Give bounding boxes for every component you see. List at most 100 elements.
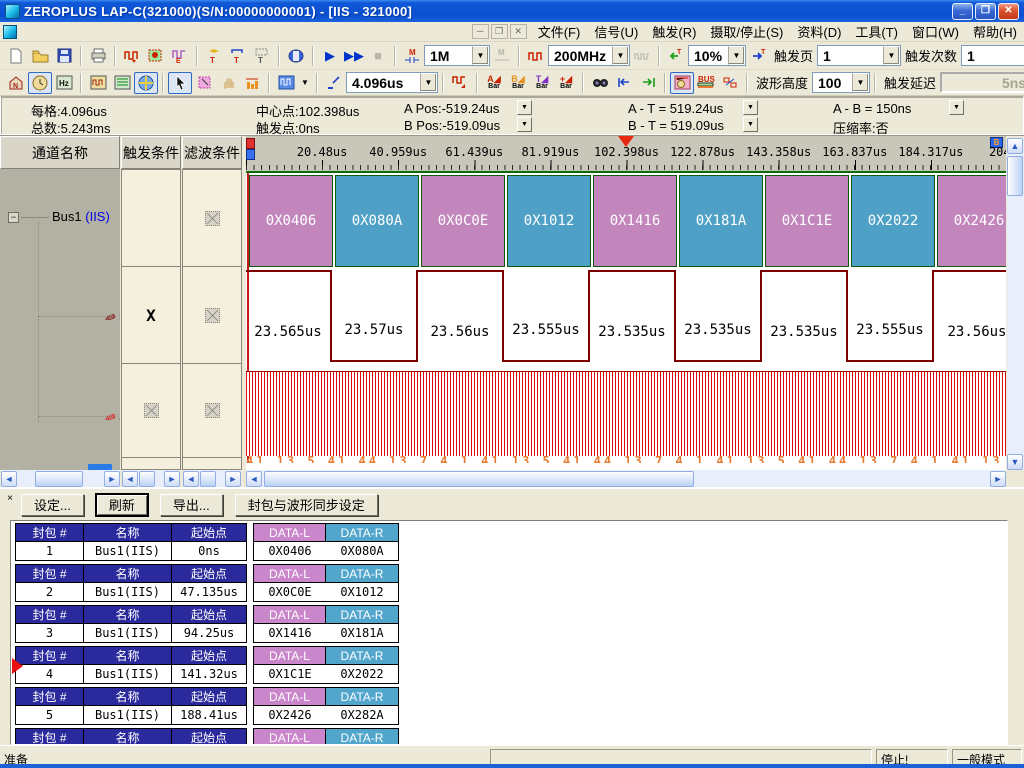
menu-item[interactable]: 触发(R) [645,20,703,43]
waveform-canvas[interactable]: 0X04060X080A0X0C0E0X10120X14160X181A0X1C… [246,173,1006,463]
lrck-pulse-segment[interactable]: 23.57us [332,270,418,362]
zoom-scale-select[interactable]: 4.096us▼ [346,72,438,93]
sample-rate-select[interactable]: 200MHz▼ [548,45,630,66]
menu-item[interactable]: 摄取/停止(S) [703,20,790,43]
lrck-pulse-segment[interactable]: 23.535us [762,270,848,362]
waveform-mode-icon[interactable] [86,72,110,94]
minimize-button[interactable]: _ [952,3,973,20]
a-bar-icon[interactable]: A◢Bar [482,72,506,94]
wave-height-select[interactable]: 100▼ [812,72,870,93]
menu-item[interactable]: 帮助(H) [966,20,1024,43]
a-b-dropdown-icon[interactable]: ▼ [949,100,964,115]
bus-value-segment[interactable]: 0X1C1E [765,175,849,267]
menu-item[interactable]: 信号(U) [587,20,645,43]
navigator-icon[interactable] [134,72,158,94]
goto-trigger-icon[interactable]: T [746,45,770,67]
bus-property-icon[interactable] [284,45,308,67]
repeat-run-icon[interactable]: ▶▶ [342,45,366,67]
packet-group[interactable]: 封包 # 名称 起始点 1 Bus1(IIS) 0ns DATA-L DATA-… [15,523,1007,561]
a-pos-dropdown-icon[interactable]: ▼ [517,100,532,115]
packet-panel-button[interactable]: 封包与波形同步设定 [235,494,378,516]
print-icon[interactable] [86,45,110,67]
scroll-left-icon[interactable]: ◄ [122,471,138,487]
scroll-up-icon[interactable]: ▲ [1007,138,1023,154]
time-ruler[interactable]: B 20.48us40.959us61.439us81.919us102.398… [246,136,1006,173]
filter-col-hscrollbar[interactable]: ◄ ► [183,470,241,488]
packet-group[interactable]: 封包 # 名称 起始点 6 Bus1(IIS) 235.53us DATA-L … [15,728,1007,745]
packet-group[interactable]: 封包 # 名称 起始点 2 Bus1(IIS) 47.135us DATA-L … [15,564,1007,602]
prev-transition-icon[interactable] [612,72,636,94]
memory-depth-select[interactable]: 1M▼ [424,45,490,66]
chevron-down-icon[interactable]: ▼ [612,46,629,65]
pulse-width-icon[interactable]: E [168,45,192,67]
menu-item[interactable]: 文件(F) [531,20,588,43]
channel-bus1[interactable]: −Bus1 (IIS) [8,209,110,224]
menu-item[interactable]: 窗口(W) [905,20,966,43]
lrck-filter-cell[interactable] [183,267,241,364]
channel-name-hscrollbar[interactable]: ◄ ► [1,470,120,488]
hand-icon[interactable] [216,72,240,94]
save-icon[interactable] [52,45,76,67]
lrck-pulse-segment[interactable]: 23.535us [676,270,762,362]
panel-close-icon[interactable]: × [3,493,17,507]
lrck-trigger-cell[interactable]: X [122,267,180,364]
trigger-position-icon[interactable]: T [664,45,688,67]
next-transition-icon[interactable] [636,72,660,94]
scroll-left-icon[interactable]: ◄ [1,471,17,487]
trigger-delay-icon[interactable]: T [250,45,274,67]
noise-filter-icon[interactable] [120,45,144,67]
t-bar-marker-icon[interactable] [246,138,255,149]
mdi-restore-button[interactable]: ❐ [491,24,508,39]
chevron-down-icon[interactable]: ▼ [883,46,900,65]
data-contrast-icon[interactable] [144,45,168,67]
zoom-cursor-icon[interactable] [322,72,346,94]
lrck-pulse-segment[interactable]: 23.555us [848,270,934,362]
trigger-mark-icon[interactable]: T [226,45,250,67]
b-t-dropdown-icon[interactable]: ▼ [743,117,758,132]
close-button[interactable]: ✕ [998,3,1019,20]
b-pos-dropdown-icon[interactable]: ▼ [517,117,532,132]
sclk-trigger-cell[interactable] [122,364,180,458]
zoom-mode-dropdown-icon[interactable]: ▼ [298,72,312,94]
add-bar-icon[interactable]: +◢Bar [554,72,578,94]
trigger-count-select[interactable]: 1▼ [961,45,1024,66]
sclk-filter-cell[interactable] [183,364,241,458]
bus-value-segment[interactable]: 0X1012 [507,175,591,267]
open-file-icon[interactable] [28,45,52,67]
b-bar-icon[interactable]: B◢Bar [506,72,530,94]
bus-value-segment[interactable]: 0X181A [679,175,763,267]
mdi-close-button[interactable]: ✕ [510,24,527,39]
noise-view-icon[interactable] [718,72,742,94]
lrck-pulse-segment[interactable]: 23.565us [246,270,332,362]
waveform-vscrollbar[interactable]: ▲ ▼ [1007,138,1024,470]
scroll-left-icon[interactable]: ◄ [246,471,262,487]
frequency-icon[interactable]: Hz [52,72,76,94]
menu-item[interactable]: 工具(T) [848,20,905,43]
run-icon[interactable]: ▶ [318,45,342,67]
scroll-right-icon[interactable]: ► [225,471,241,487]
trigger-col-hscrollbar[interactable]: ◄ ► [122,470,180,488]
bus-value-segment[interactable]: 0X0C0E [421,175,505,267]
packet-group[interactable]: 封包 # 名称 起始点 4 Bus1(IIS) 141.32us DATA-L … [15,646,1007,684]
mdi-minimize-button[interactable]: ─ [472,24,489,39]
bus-view-icon[interactable]: BUS [694,72,718,94]
trigger-property-icon[interactable]: T [202,45,226,67]
a-bar-marker-icon[interactable] [246,149,255,160]
pulse-cursor-icon[interactable] [448,72,472,94]
chevron-down-icon[interactable]: ▼ [728,46,745,65]
pointer-icon[interactable] [168,72,192,94]
scroll-down-icon[interactable]: ▼ [1007,454,1023,470]
lrck-pulse-segment[interactable]: 23.56us [418,270,504,362]
new-file-icon[interactable] [4,45,28,67]
bus-value-segment[interactable]: 0X2022 [851,175,935,267]
channel-sclk[interactable]: ✎SCLK [104,409,120,425]
listing-mode-icon[interactable] [110,72,134,94]
measure-icon[interactable] [240,72,264,94]
restore-button[interactable]: ❐ [975,3,996,20]
packet-panel-button[interactable]: 导出... [160,494,223,516]
scroll-right-icon[interactable]: ► [164,471,180,487]
packet-panel-button[interactable]: 设定... [21,494,84,516]
home-icon[interactable]: N [4,72,28,94]
search-icon[interactable] [588,72,612,94]
select-icon[interactable] [192,72,216,94]
